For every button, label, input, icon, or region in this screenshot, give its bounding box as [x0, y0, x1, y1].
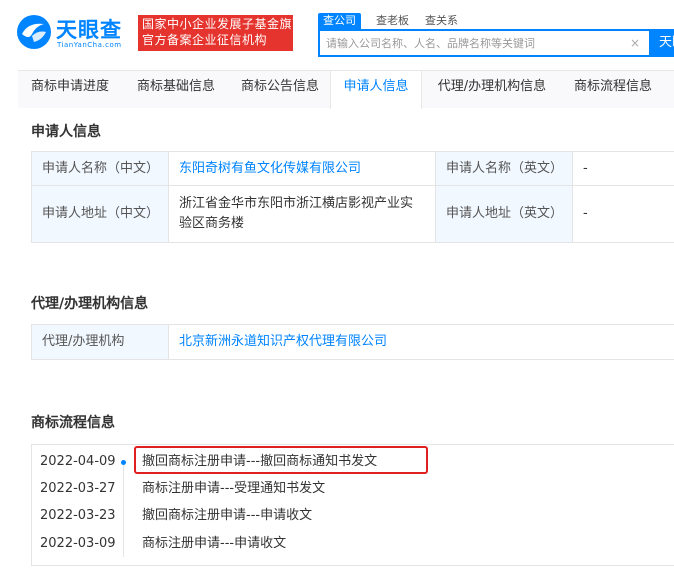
- search-button[interactable]: 天眼: [651, 29, 674, 57]
- flow-section-title: 商标流程信息: [31, 415, 115, 431]
- flow-date: 2022-03-23: [40, 508, 116, 523]
- header: 天眼查 TianYanCha.com 国家中小企业发展子基金旗下 官方备案企业征…: [0, 0, 674, 70]
- logo-subtitle: TianYanCha.com: [57, 41, 122, 49]
- clear-icon[interactable]: ×: [630, 36, 640, 50]
- applicant-name-en-label: 申请人名称（英文）: [435, 151, 573, 186]
- tianyancha-logo[interactable]: 天眼查 TianYanCha.com: [16, 10, 136, 56]
- table-row: 代理/办理机构 北京新洲永道知识产权代理有限公司: [31, 324, 674, 360]
- applicant-addr-en-label: 申请人地址（英文）: [435, 185, 573, 243]
- table-row: 申请人名称（中文） 东阳奇树有鱼文化传媒有限公司 申请人名称（英文） -: [31, 151, 674, 186]
- search-tab-relation[interactable]: 查关系: [425, 13, 458, 29]
- flow-date: 2022-03-27: [40, 481, 116, 496]
- flow-text: 商标注册申请---受理通知书发文: [142, 481, 326, 496]
- list-item: 2022-03-09 商标注册申请---申请收文: [32, 534, 674, 554]
- agency-section-title: 代理/办理机构信息: [31, 296, 149, 312]
- official-badge: 国家中小企业发展子基金旗下 官方备案企业征信机构: [138, 15, 305, 51]
- flow-date: 2022-04-09: [40, 454, 116, 469]
- highlight-box: [134, 446, 428, 474]
- search-box: ×: [318, 29, 651, 57]
- tab-agency-info[interactable]: 代理/办理机构信息: [424, 71, 560, 108]
- badge-line-1: 国家中小企业发展子基金旗下: [142, 17, 305, 31]
- search-input[interactable]: [326, 31, 626, 55]
- applicant-name-en-value: -: [572, 151, 674, 186]
- applicant-section-title: 申请人信息: [31, 124, 101, 140]
- badge-line-2: 官方备案企业征信机构: [142, 33, 268, 47]
- applicant-addr-en-value: -: [572, 185, 674, 243]
- search-tab-company[interactable]: 查公司: [318, 13, 361, 29]
- applicant-name-cn-label: 申请人名称（中文）: [31, 151, 169, 186]
- table-row: 申请人地址（中文） 浙江省金华市东阳市浙江横店影视产业实验区商务楼 申请人地址（…: [31, 185, 674, 243]
- tab-trademark-notice[interactable]: 商标公告信息: [228, 71, 332, 108]
- applicant-addr-cn-value: 浙江省金华市东阳市浙江横店影视产业实验区商务楼: [168, 185, 436, 243]
- tab-trademark-basic[interactable]: 商标基础信息: [124, 71, 228, 108]
- list-item: 2022-03-27 商标注册申请---受理通知书发文: [32, 479, 674, 499]
- applicant-addr-cn-label: 申请人地址（中文）: [31, 185, 169, 243]
- detail-nav-tabs: 商标申请进度 商标基础信息 商标公告信息 申请人信息 代理/办理机构信息 商标流…: [18, 70, 674, 109]
- agency-link[interactable]: 北京新洲永道知识产权代理有限公司: [168, 324, 674, 360]
- applicant-table: 申请人名称（中文） 东阳奇树有鱼文化传媒有限公司 申请人名称（英文） - 申请人…: [31, 151, 674, 243]
- applicant-name-cn-link[interactable]: 东阳奇树有鱼文化传媒有限公司: [168, 151, 436, 186]
- tab-trademark-flow[interactable]: 商标流程信息: [560, 71, 666, 108]
- agency-table: 代理/办理机构 北京新洲永道知识产权代理有限公司: [31, 324, 674, 360]
- flow-text: 商标注册申请---申请收文: [142, 536, 287, 551]
- tab-trademark-progress[interactable]: 商标申请进度: [18, 71, 122, 108]
- logo-text: 天眼查: [56, 18, 122, 42]
- logo-eye-icon: [17, 15, 51, 49]
- list-item: 2022-03-23 撤回商标注册申请---申请收文: [32, 506, 674, 526]
- tab-applicant-info[interactable]: 申请人信息: [330, 71, 422, 109]
- flow-date: 2022-03-09: [40, 536, 116, 551]
- flow-text: 撤回商标注册申请---申请收文: [142, 508, 313, 523]
- agency-label: 代理/办理机构: [31, 324, 169, 360]
- search-tab-boss[interactable]: 查老板: [376, 13, 409, 29]
